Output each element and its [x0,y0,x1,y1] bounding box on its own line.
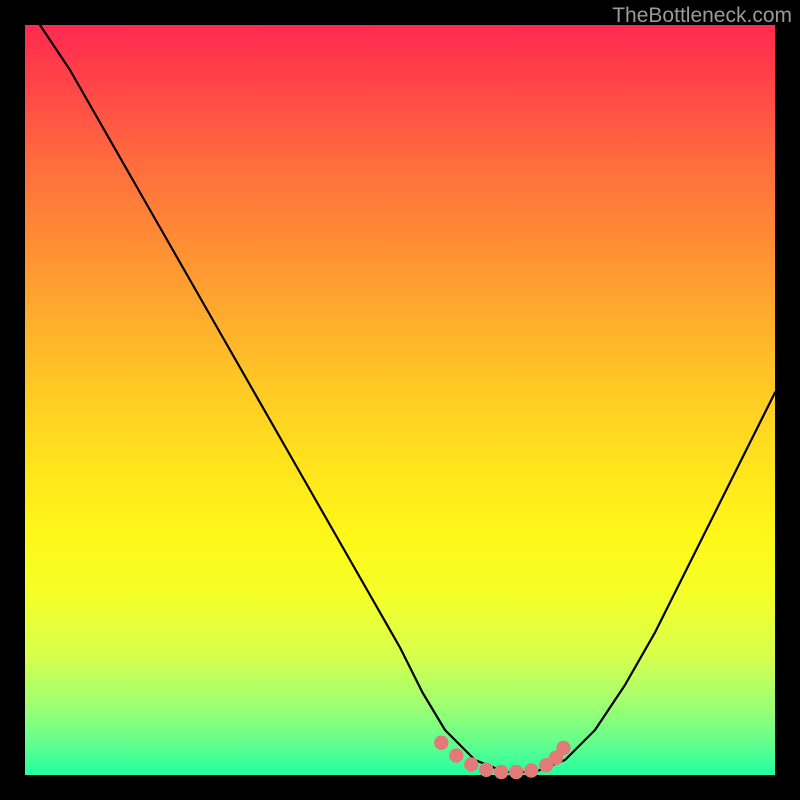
chart-container: TheBottleneck.com [0,0,800,800]
bottleneck-curve [40,25,775,772]
sweet-spot-markers [434,736,571,780]
chart-svg [0,0,800,800]
